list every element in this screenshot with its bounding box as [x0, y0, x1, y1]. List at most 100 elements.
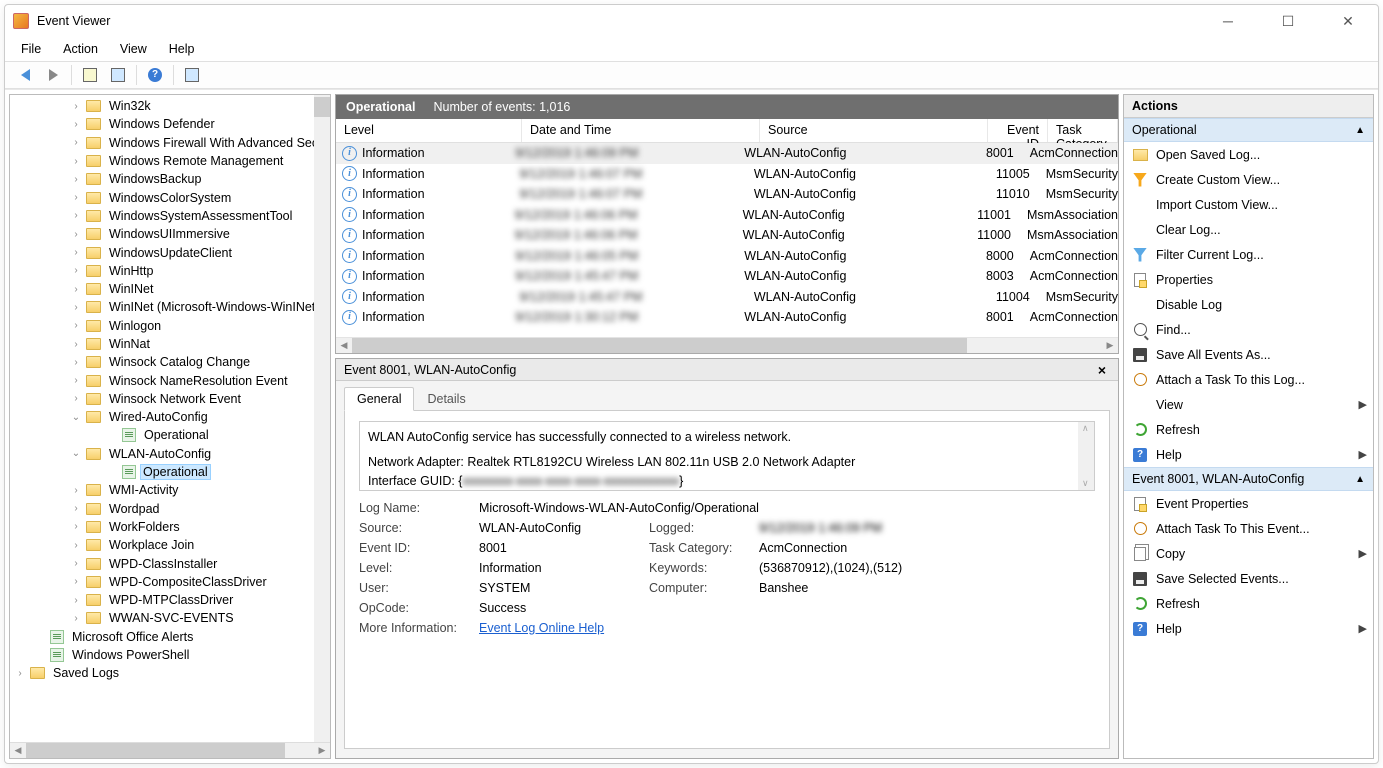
actions-section-operational[interactable]: Operational ▲ [1124, 118, 1373, 142]
tree-expand-icon[interactable]: › [70, 540, 82, 551]
toolbar-btn-2[interactable] [106, 64, 130, 86]
tree-item[interactable]: ›Winsock Catalog Change [10, 353, 330, 371]
tree-item[interactable]: ›WPD-MTPClassDriver [10, 591, 330, 609]
tree-expand-icon[interactable]: › [70, 284, 82, 295]
forward-button[interactable] [41, 64, 65, 86]
column-header-task[interactable]: Task Category [1048, 119, 1118, 142]
close-button[interactable]: ✕ [1326, 7, 1370, 35]
event-log-online-help-link[interactable]: Event Log Online Help [479, 621, 604, 635]
column-header-source[interactable]: Source [760, 119, 988, 142]
tree-expand-icon[interactable]: › [70, 339, 82, 350]
tree-expand-icon[interactable]: › [70, 521, 82, 532]
tree-expand-icon[interactable]: › [70, 595, 82, 606]
tree-item[interactable]: ›WindowsBackup [10, 170, 330, 188]
help-button[interactable]: ? [143, 64, 167, 86]
tree-expand-icon[interactable]: › [70, 302, 82, 313]
tree-item[interactable]: ›WinINet [10, 280, 330, 298]
menu-help[interactable]: Help [165, 40, 199, 58]
event-row[interactable]: iInformation9/12/2019 1:30:12 PMWLAN-Aut… [336, 307, 1118, 328]
tree-item[interactable]: ›Winsock NameResolution Event [10, 371, 330, 389]
action-item[interactable]: Copy▶ [1124, 541, 1373, 566]
tree-item[interactable]: ›WinINet (Microsoft-Windows-WinINet-Capt… [10, 298, 330, 316]
event-row[interactable]: iInformation9/12/2019 1:46:05 PMWLAN-Aut… [336, 246, 1118, 267]
tree-item[interactable]: ›WindowsUpdateClient [10, 243, 330, 261]
message-vertical-scrollbar[interactable] [1078, 422, 1094, 490]
tree-expand-icon[interactable]: › [70, 210, 82, 221]
tree-expand-icon[interactable]: › [70, 156, 82, 167]
column-header-date[interactable]: Date and Time [522, 119, 760, 142]
action-item[interactable]: View▶ [1124, 392, 1373, 417]
tree-item[interactable]: ›WinNat [10, 335, 330, 353]
tree-item[interactable]: ›Windows Remote Management [10, 152, 330, 170]
toolbar-btn-3[interactable] [180, 64, 204, 86]
tree-item[interactable]: ›WorkFolders [10, 518, 330, 536]
action-item[interactable]: Properties [1124, 267, 1373, 292]
tree-expand-icon[interactable]: › [70, 558, 82, 569]
action-item[interactable]: Attach Task To This Event... [1124, 516, 1373, 541]
tree-scroll[interactable]: ›Win32k›Windows Defender›Windows Firewal… [10, 95, 330, 742]
tree-item[interactable]: ›WPD-ClassInstaller [10, 554, 330, 572]
tree-expand-icon[interactable]: › [70, 119, 82, 130]
tree-expand-icon[interactable]: › [70, 247, 82, 258]
menu-action[interactable]: Action [59, 40, 102, 58]
tree-expand-icon[interactable]: › [70, 174, 82, 185]
tree-item[interactable]: ›Winlogon [10, 317, 330, 335]
scrollbar-thumb[interactable] [26, 743, 285, 758]
event-row[interactable]: iInformation9/12/2019 1:46:06 PMWLAN-Aut… [336, 225, 1118, 246]
action-item[interactable]: Open Saved Log... [1124, 142, 1373, 167]
tree-item[interactable]: ⌄Wired-AutoConfig [10, 408, 330, 426]
tree-item[interactable]: Operational [10, 463, 330, 481]
detail-close-button[interactable]: × [1094, 362, 1110, 378]
menu-file[interactable]: File [17, 40, 45, 58]
minimize-button[interactable]: ─ [1206, 7, 1250, 35]
tree-expand-icon[interactable]: › [70, 375, 82, 386]
grid-body[interactable]: iInformation9/12/2019 1:46:09 PMWLAN-Aut… [336, 143, 1118, 337]
tree-expand-icon[interactable]: › [70, 320, 82, 331]
action-item[interactable]: Clear Log... [1124, 217, 1373, 242]
tree-item[interactable]: ›WMI-Activity [10, 481, 330, 499]
tree-item[interactable]: ›WindowsColorSystem [10, 188, 330, 206]
tree-item[interactable]: ›WindowsUIImmersive [10, 225, 330, 243]
tree-item[interactable]: ›WPD-CompositeClassDriver [10, 573, 330, 591]
action-item[interactable]: Refresh [1124, 417, 1373, 442]
event-row[interactable]: iInformation9/12/2019 1:45:47 PMWLAN-Aut… [336, 287, 1118, 308]
action-item[interactable]: Import Custom View... [1124, 192, 1373, 217]
tree-item[interactable]: ›Win32k [10, 97, 330, 115]
action-item[interactable]: ?Help▶ [1124, 616, 1373, 641]
tree-item[interactable]: ›Windows Defender [10, 115, 330, 133]
tree-item[interactable]: ›Workplace Join [10, 536, 330, 554]
action-item[interactable]: Event Properties [1124, 491, 1373, 516]
tree-item[interactable]: Microsoft Office Alerts [10, 628, 330, 646]
grid-horizontal-scrollbar[interactable]: ◀ ▶ [336, 337, 1118, 353]
action-item[interactable]: Filter Current Log... [1124, 242, 1373, 267]
action-item[interactable]: Create Custom View... [1124, 167, 1373, 192]
maximize-button[interactable]: ☐ [1266, 7, 1310, 35]
tree-item[interactable]: ›Winsock Network Event [10, 390, 330, 408]
scrollbar-thumb[interactable] [314, 97, 330, 117]
action-item[interactable]: Save All Events As... [1124, 342, 1373, 367]
tree-item[interactable]: ›Wordpad [10, 500, 330, 518]
tree-expand-icon[interactable]: › [70, 613, 82, 624]
tree-expand-icon[interactable]: › [70, 265, 82, 276]
tree-item[interactable]: Operational [10, 426, 330, 444]
event-row[interactable]: iInformation9/12/2019 1:45:47 PMWLAN-Aut… [336, 266, 1118, 287]
event-row[interactable]: iInformation9/12/2019 1:46:07 PMWLAN-Aut… [336, 164, 1118, 185]
scrollbar-right-button[interactable]: ▶ [314, 743, 330, 758]
event-row[interactable]: iInformation9/12/2019 1:46:07 PMWLAN-Aut… [336, 184, 1118, 205]
tab-general[interactable]: General [344, 387, 414, 411]
tree-item[interactable]: Windows PowerShell [10, 646, 330, 664]
tree-horizontal-scrollbar[interactable]: ◀ ▶ [10, 742, 330, 758]
tree-expand-icon[interactable]: › [70, 101, 82, 112]
scrollbar-left-button[interactable]: ◀ [10, 743, 26, 758]
tree-item[interactable]: ⌄WLAN-AutoConfig [10, 445, 330, 463]
tree-item[interactable]: ›WinHttp [10, 262, 330, 280]
event-message-box[interactable]: WLAN AutoConfig service has successfully… [359, 421, 1095, 491]
tree-vertical-scrollbar[interactable] [314, 95, 330, 742]
tree-expand-icon[interactable]: › [70, 485, 82, 496]
tree-expand-icon[interactable]: › [70, 137, 82, 148]
scrollbar-right-button[interactable]: ▶ [1102, 338, 1118, 353]
action-item[interactable]: Save Selected Events... [1124, 566, 1373, 591]
back-button[interactable] [13, 64, 37, 86]
tab-details[interactable]: Details [414, 387, 478, 411]
tree-item[interactable]: ›WindowsSystemAssessmentTool [10, 207, 330, 225]
